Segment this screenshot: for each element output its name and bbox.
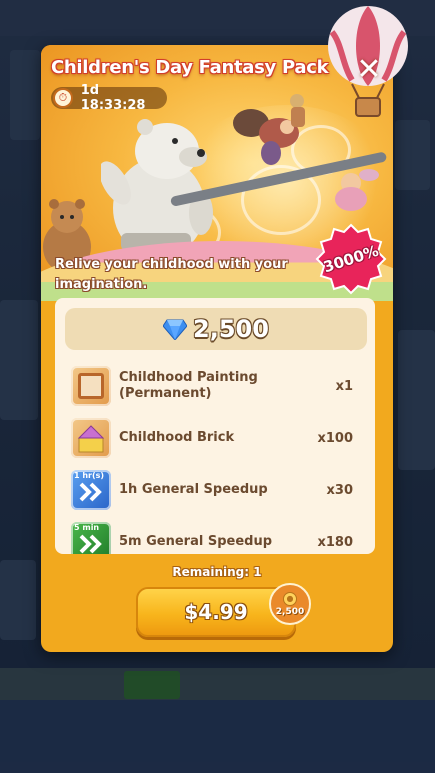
list-item: Childhood Painting (Permanent) x1 xyxy=(55,360,375,412)
value-badge: 3000% xyxy=(314,222,388,296)
coin-icon: ● xyxy=(283,591,297,606)
clock-icon: ⏱ xyxy=(53,88,73,108)
bonus-coins-badge: ● 2,500 xyxy=(269,583,311,625)
list-item: Childhood Brick x100 xyxy=(55,412,375,464)
gem-amount: 2,500 xyxy=(193,315,269,343)
countdown-timer: ⏱ 1d 18:33:28 xyxy=(51,83,167,113)
countdown-text: 1d 18:33:28 xyxy=(80,83,146,113)
bonus-coins-amount: 2,500 xyxy=(275,606,305,617)
speedup-icon: 1 hr(s) xyxy=(71,470,111,510)
close-button[interactable]: ✕ xyxy=(354,55,384,86)
pack-title: Children's Day Fantasy Pack xyxy=(51,57,329,78)
gem-icon xyxy=(163,319,188,340)
remaining-count: Remaining: 1 xyxy=(172,565,262,579)
pack-description: Relive your childhood with your imaginat… xyxy=(55,257,288,292)
pack-offer-card: Children's Day Fantasy Pack ⏱ 1d 18:33:2… xyxy=(41,45,393,652)
item-quantity: x180 xyxy=(317,534,353,550)
item-quantity: x100 xyxy=(317,430,353,446)
price-label: $4.99 xyxy=(184,600,248,624)
speedup-icon: 5 min xyxy=(71,522,111,554)
item-name: Childhood Brick xyxy=(119,430,235,445)
item-name: 5m General Speedup xyxy=(119,534,273,549)
rewards-panel: 2,500 Childhood Painting (Permanent) x1 … xyxy=(55,298,375,554)
item-quantity: x30 xyxy=(326,482,353,498)
painting-frame-icon xyxy=(71,366,111,406)
list-item: 1 hr(s) 1h General Speedup x30 xyxy=(55,464,375,516)
brick-icon xyxy=(71,418,111,458)
item-name: Childhood Painting (Permanent) xyxy=(119,370,258,401)
list-item: 5 min 5m General Speedup x180 xyxy=(55,516,375,554)
gem-reward-bar: 2,500 xyxy=(65,308,367,350)
reward-list[interactable]: Childhood Painting (Permanent) x1 Childh… xyxy=(55,360,375,554)
close-icon: ✕ xyxy=(356,52,382,87)
item-quantity: x1 xyxy=(335,378,353,394)
item-name: 1h General Speedup xyxy=(119,482,268,497)
